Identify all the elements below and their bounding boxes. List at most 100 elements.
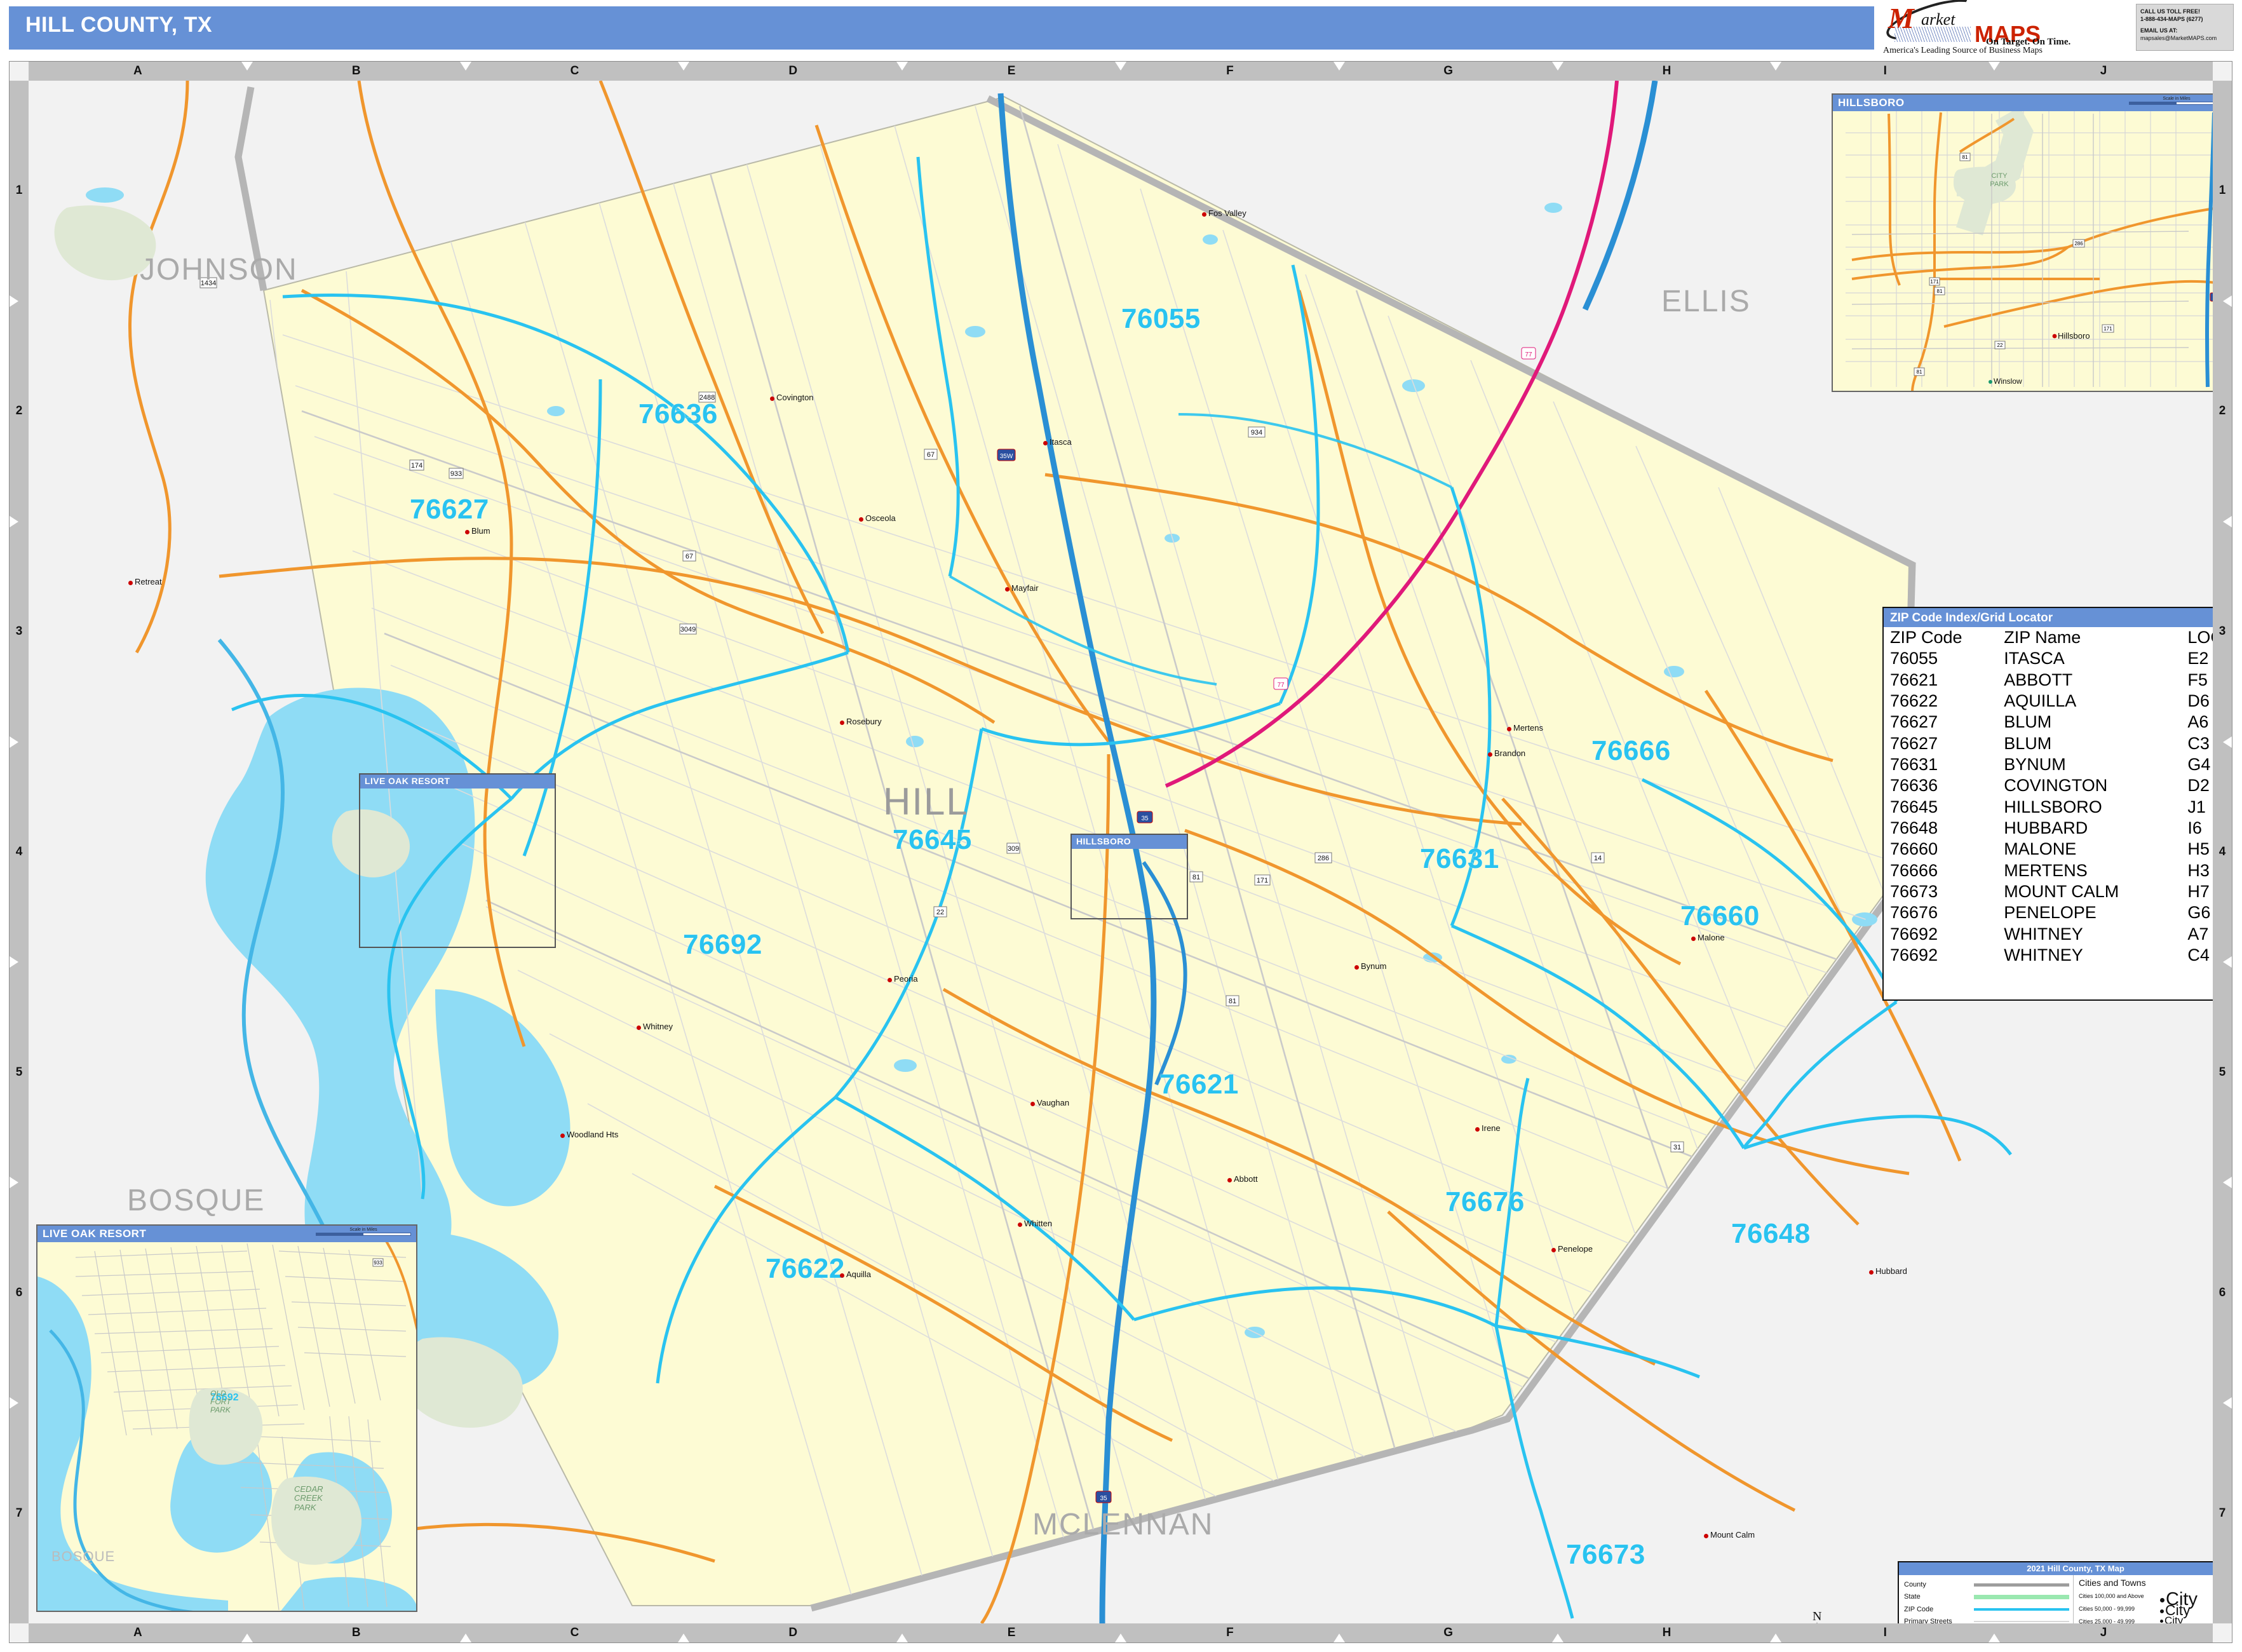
grid-ruler-left: 1 2 3 4 5 6 7 (10, 81, 29, 1623)
grid-tick (896, 1634, 908, 1642)
town-marker-icon (1507, 727, 1511, 731)
zip-code-index-panel[interactable]: ZIP Code Index/Grid Locator ZIP Code ZIP… (1882, 607, 2213, 1001)
zip-index-cell-loc: D2 (2187, 776, 2210, 796)
grid-tick (10, 1177, 18, 1189)
page-title: HILL COUNTY, TX (25, 13, 212, 37)
town-label: Mount Calm (1710, 1530, 1755, 1540)
map-canvas[interactable]: 1434 174 933 2488 67 67 3049 934 309 22 … (29, 81, 2213, 1623)
town-marker-icon (770, 396, 774, 401)
grid-tick (678, 62, 690, 71)
zip-index-cell-code: 76673 (1890, 882, 1938, 902)
zip-index-cell-name: PENELOPE (2004, 903, 2097, 923)
zip-area-label-76627: 76627 (410, 494, 489, 525)
grid-col-c: C (570, 64, 579, 78)
zip-index-header-code: ZIP Code (1890, 628, 1962, 647)
town-marker-icon (840, 721, 844, 725)
grid-tick (1551, 62, 1563, 71)
town-label: Itasca (1050, 437, 1072, 447)
zip-index-row[interactable]: 76621 ABBOTT F5 (1884, 670, 2213, 691)
zip-index-row[interactable]: 76627 BLUM A6 (1884, 712, 2213, 733)
svg-text:77: 77 (1525, 351, 1532, 358)
zip-index-row[interactable]: 76636 COVINGTON D2 (1884, 775, 2213, 796)
svg-text:286: 286 (2074, 241, 2083, 247)
inset-map-live-oak-resort[interactable]: 933 76692 OLD FORT PARK CEDAR CREEK PARK BOS… (36, 1224, 417, 1612)
zip-index-row[interactable]: 76622 AQUILLA D6 (1884, 691, 2213, 712)
grid-tick (10, 295, 18, 307)
town-marker-icon (1005, 587, 1010, 592)
county-name-label-hill: HILL (883, 780, 969, 823)
legend-row-zip-code: ZIP Code (1904, 1604, 2072, 1616)
zip-area-label-76631: 76631 (1420, 843, 1499, 874)
county-name-label-bosque: BOSQUE (127, 1184, 266, 1217)
town-label: Hubbard (1875, 1266, 1907, 1276)
town-label: Mayfair (1011, 583, 1039, 593)
zip-index-cell-loc: G6 (2187, 903, 2211, 923)
zip-index-row[interactable]: 76660 MALONE H5 (1884, 839, 2213, 860)
zip-index-row[interactable]: 76631 BYNUM G4 (1884, 754, 2213, 775)
town-marker-icon (1202, 212, 1206, 217)
zip-index-row[interactable]: 76648 HUBBARD I6 (1884, 818, 2213, 839)
logo-m-letter: M (1888, 2, 1914, 34)
grid-tick (459, 62, 471, 71)
zip-index-header-loc: LOC (2187, 628, 2213, 647)
map-legend-panel[interactable]: 2021 Hill County, TX Map County State ZIP … (1898, 1561, 2213, 1623)
town-marker-icon (560, 1134, 565, 1138)
zip-index-row[interactable]: 76692 WHITNEY C4 (1884, 945, 2213, 966)
zip-index-header-row: ZIP Code ZIP Name LOC (1884, 627, 2213, 648)
svg-text:31: 31 (1673, 1144, 1681, 1151)
town-label: Osceola (865, 513, 896, 523)
grid-col-a: A (133, 64, 142, 78)
inset-map-hillsboro[interactable]: 81 171 81 286 171 22 81 35 CITYPARK Hill… (1832, 93, 2213, 392)
logo-contact-box: CALL US TOLL FREE! 1-888-434-MAPS (6277)… (2136, 4, 2234, 51)
zip-index-row[interactable]: 76676 PENELOPE G6 (1884, 902, 2213, 923)
zip-index-row[interactable]: 76645 HILLSBORO J1 (1884, 797, 2213, 818)
svg-text:22: 22 (1997, 342, 2003, 348)
zip-index-cell-name: BLUM (2004, 733, 2052, 753)
zip-index-row[interactable]: 76673 MOUNT CALM H7 (1884, 881, 2213, 902)
town-label: Bynum (1361, 961, 1387, 971)
grid-tick (241, 62, 253, 71)
grid-tick (2223, 736, 2232, 748)
legend-row-label: County (1904, 1581, 1926, 1588)
locator-box-hillsboro[interactable]: HILLSBORO (1070, 834, 1188, 919)
zip-index-row[interactable]: 76692 WHITNEY A7 (1884, 924, 2213, 945)
inset-hillsboro-scalebar: Scale in Miles (2129, 97, 2213, 108)
town-marker-icon (1475, 1127, 1480, 1132)
zip-index-cell-code: 76621 (1890, 670, 1938, 689)
zip-index-row[interactable]: 76055 ITASCA E2 (1884, 648, 2213, 669)
grid-row-4: 4 (2218, 844, 2226, 858)
zip-area-label-76660: 76660 (1680, 900, 1760, 931)
town-label: Blum (471, 526, 490, 536)
town-label: Fos Valley (1208, 208, 1246, 218)
legend-city-row: Cities 50,000 - 99,999 City (2079, 1602, 2213, 1618)
svg-text:35: 35 (1141, 815, 1149, 822)
grid-tick (1333, 62, 1345, 71)
grid-col-f: F (1226, 64, 1234, 78)
zip-index-row[interactable]: 76627 BLUM C3 (1884, 733, 2213, 754)
zip-index-cell-name: BYNUM (2004, 755, 2066, 775)
legend-row-state: State (1904, 1591, 2072, 1603)
grid-tick (241, 1634, 253, 1642)
zip-index-cell-loc: C4 (2187, 945, 2210, 965)
grid-tick (10, 515, 18, 527)
locator-box-live-oak-resort[interactable]: LIVE OAK RESORT (359, 773, 556, 948)
grid-tick (1115, 1634, 1126, 1642)
zip-area-label-76636: 76636 (638, 398, 718, 430)
town-marker-icon (859, 517, 863, 522)
zip-index-cell-loc: G4 (2187, 755, 2211, 775)
town-marker-icon (1488, 752, 1492, 757)
grid-row-1: 1 (15, 184, 23, 198)
zip-index-cell-code: 76627 (1890, 733, 1938, 753)
town-label: Peoria (894, 974, 918, 984)
zip-index-cell-name: ABBOTT (2004, 670, 2073, 689)
zip-index-cell-loc: J1 (2187, 797, 2206, 816)
legend-city-dot-icon (2160, 1609, 2164, 1613)
legend-row-county: County (1904, 1579, 2072, 1591)
town-label: Rosebury (846, 717, 882, 726)
zip-index-cell-code: 76676 (1890, 903, 1938, 923)
zip-index-row[interactable]: 76666 MERTENS H3 (1884, 860, 2213, 881)
town-marker-icon (1869, 1270, 1874, 1275)
grid-tick (1115, 62, 1126, 71)
legend-city-row: Cities 100,000 and Above City (2079, 1589, 2213, 1609)
grid-row-2: 2 (15, 404, 23, 418)
